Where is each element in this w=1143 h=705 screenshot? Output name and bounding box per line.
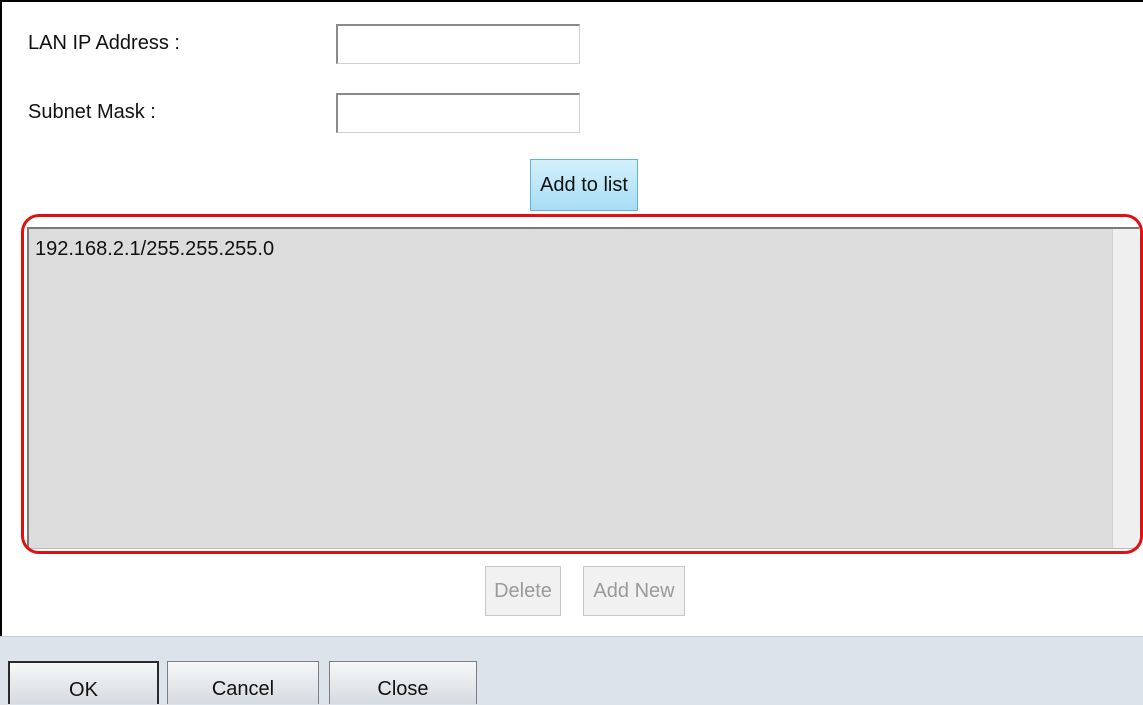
close-button[interactable]: Close [329, 661, 477, 704]
list-scrollbar[interactable] [1112, 229, 1139, 548]
delete-button[interactable]: Delete [485, 566, 561, 616]
add-to-list-button[interactable]: Add to list [530, 159, 638, 211]
ip-list[interactable]: 192.168.2.1/255.255.255.0 [27, 227, 1139, 549]
list-item[interactable]: 192.168.2.1/255.255.255.0 [35, 238, 274, 261]
cancel-button[interactable]: Cancel [167, 661, 319, 704]
lan-ip-label: LAN IP Address : [28, 32, 180, 54]
subnet-mask-input[interactable] [336, 93, 580, 133]
lan-ip-input[interactable] [336, 24, 580, 64]
add-new-button[interactable]: Add New [583, 566, 685, 616]
subnet-mask-label: Subnet Mask : [28, 101, 156, 123]
ok-button[interactable]: OK [8, 661, 159, 704]
